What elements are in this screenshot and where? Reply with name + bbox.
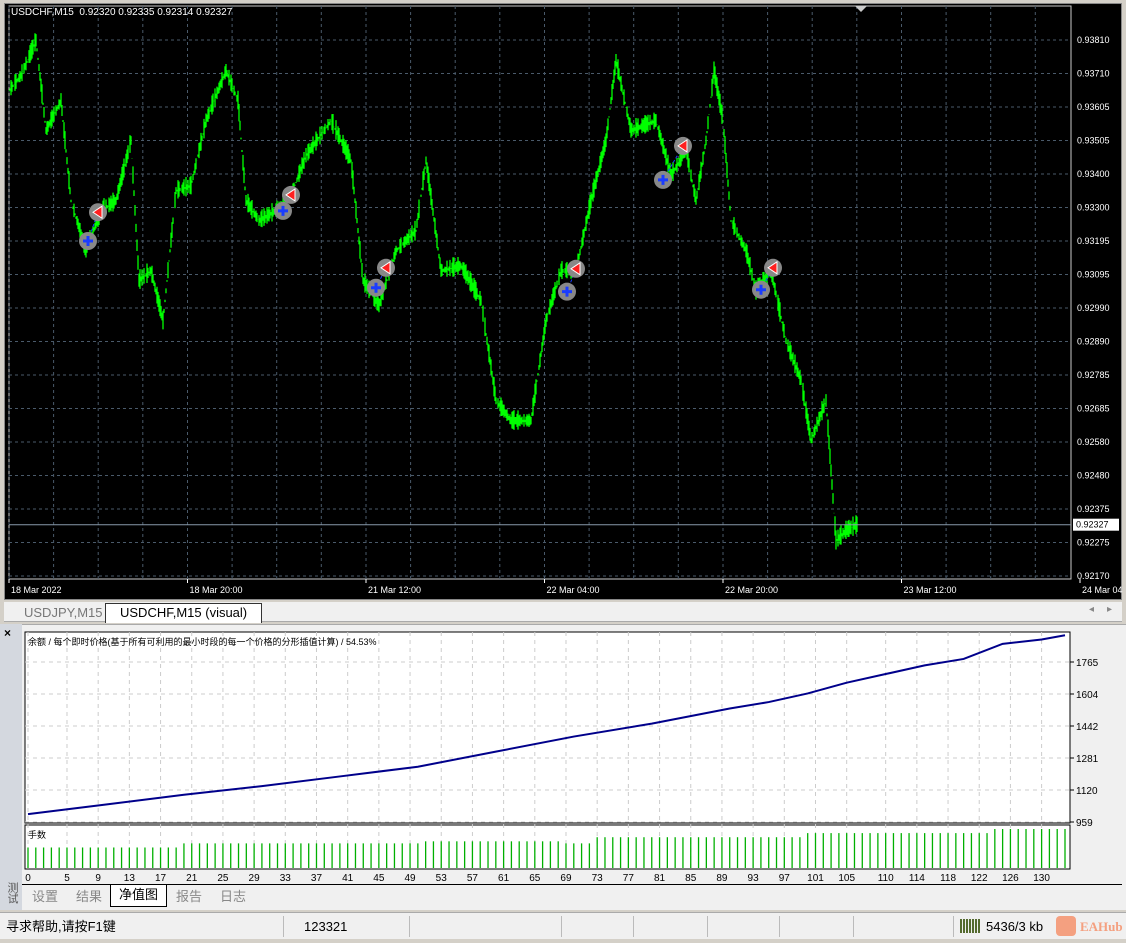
x-tick: 0 [25, 873, 31, 884]
x-tick: 53 [436, 873, 448, 884]
scroll-left-icon[interactable]: ◂ [1089, 604, 1094, 615]
status-bar: 寻求帮助,请按F1键 123321 5436/3 kb EAHub [0, 912, 1126, 939]
price-line [8, 33, 858, 550]
price-tick: 0.93810 [1077, 35, 1110, 45]
price-tick: 0.92275 [1077, 538, 1110, 548]
price-tick: 0.92170 [1077, 571, 1110, 581]
ohlc-values: 0.92320 0.92335 0.92314 0.92327 [79, 7, 233, 18]
eahub-logo-icon [1056, 916, 1076, 936]
price-tick: 0.93400 [1077, 169, 1110, 179]
price-tick: 0.92890 [1077, 337, 1110, 347]
tester-label: 测试 [6, 882, 18, 904]
y-tick: 959 [1076, 818, 1093, 829]
x-tick: 101 [807, 873, 824, 884]
y-tick: 1281 [1076, 754, 1099, 765]
x-tick: 89 [716, 873, 728, 884]
tab-journal[interactable]: 日志 [212, 887, 254, 907]
x-tick: 126 [1002, 873, 1019, 884]
x-tick: 41 [342, 873, 354, 884]
close-icon[interactable]: × [4, 626, 11, 640]
price-tick: 0.93300 [1077, 203, 1110, 213]
x-tick: 57 [467, 873, 479, 884]
equity-chart: 1765 1604 1442 1281 1120 959 0 5 9 13 17 21 25 29 33 37… [24, 631, 1099, 884]
x-tick: 25 [217, 873, 229, 884]
x-tick: 45 [373, 873, 385, 884]
price-tick: 0.92480 [1077, 471, 1110, 481]
y-tick: 1120 [1076, 786, 1098, 797]
x-tick: 73 [592, 873, 604, 884]
x-tick: 17 [155, 873, 167, 884]
price-tick: 0.92990 [1077, 303, 1110, 313]
tab-equity-chart[interactable]: 净值图 [110, 885, 168, 907]
x-tick: 13 [124, 873, 136, 884]
time-tick: 22 Mar 04:00 [547, 585, 600, 595]
x-tick: 9 [95, 873, 101, 884]
time-tick: 18 Mar 2022 [11, 585, 62, 595]
x-tick: 118 [940, 873, 956, 884]
scroll-right-icon[interactable]: ▸ [1107, 604, 1112, 615]
x-tick: 65 [529, 873, 541, 884]
price-tick: 0.92685 [1077, 404, 1110, 414]
tab-results[interactable]: 结果 [68, 887, 110, 907]
y-tick: 1765 [1076, 658, 1099, 669]
time-tick: 21 Mar 12:00 [368, 585, 421, 595]
status-traffic: 5436/3 kb [986, 919, 1044, 934]
price-tick: 0.92375 [1077, 504, 1110, 514]
x-tick: 130 [1033, 873, 1050, 884]
price-tick: 0.93195 [1077, 236, 1110, 246]
price-tick: 0.93095 [1077, 270, 1110, 280]
time-tick: 23 Mar 12:00 [904, 585, 957, 595]
x-tick: 69 [560, 873, 572, 884]
time-tick: 18 Mar 20:00 [190, 585, 243, 595]
x-tick: 49 [404, 873, 416, 884]
lots-plot [24, 824, 1071, 870]
status-profile: 123321 [284, 916, 410, 937]
price-chart-window[interactable]: 0.93810 0.93710 0.93605 0.93505 0.93400 0.933… [4, 3, 1126, 601]
x-tick: 5 [64, 873, 70, 884]
price-tick: 0.92580 [1077, 437, 1110, 447]
price-chart[interactable]: 0.93810 0.93710 0.93605 0.93505 0.93400 0.933… [5, 4, 1126, 601]
status-help: 寻求帮助,请按F1键 [0, 916, 284, 937]
x-tick: 97 [779, 873, 791, 884]
lots-title: 手数 [28, 830, 47, 840]
connection-bars-icon [960, 919, 980, 933]
watermark: EAHub [1080, 919, 1123, 934]
equity-title: 余额 / 每个即时价格(基于所有可利用的最小时段的每一个价格的分形插值计算) /… [28, 637, 377, 647]
tester-panel: 1765 1604 1442 1281 1120 959 0 5 9 13 17 21 25 29 33 37… [0, 624, 1126, 910]
x-tick: 105 [838, 873, 855, 884]
x-tick: 33 [280, 873, 292, 884]
x-tick: 81 [654, 873, 666, 884]
time-tick: 24 Mar 04:00 [1082, 585, 1123, 595]
y-tick: 1604 [1076, 690, 1099, 701]
chart-tabs: USDJPY,M15 USDCHF,M15 (visual) ◂ ▸ [4, 602, 1122, 623]
tester-tabs: 设置 结果 净值图 报告 日志 [22, 884, 1122, 908]
x-tick: 122 [971, 873, 988, 884]
price-tick: 0.93605 [1077, 102, 1110, 112]
x-tick: 110 [878, 873, 894, 884]
tester-side-strip: × 测试 [0, 624, 22, 910]
x-tick: 114 [909, 873, 925, 884]
x-tick: 37 [311, 873, 323, 884]
symbol-label: USDCHF,M15 [11, 7, 74, 18]
plot-border [8, 5, 1072, 580]
x-tick: 21 [186, 873, 198, 884]
x-tick: 93 [748, 873, 760, 884]
x-tick: 29 [249, 873, 261, 884]
x-tick: 61 [498, 873, 510, 884]
time-tick: 22 Mar 20:00 [725, 585, 778, 595]
current-price-label: 0.92327 [1076, 520, 1109, 530]
tab-report[interactable]: 报告 [168, 887, 210, 907]
tab-settings[interactable]: 设置 [24, 887, 66, 907]
tab-usdchf-visual[interactable]: USDCHF,M15 (visual) [105, 603, 263, 623]
price-tick: 0.93505 [1077, 136, 1110, 146]
x-tick: 77 [623, 873, 635, 884]
x-tick: 85 [685, 873, 697, 884]
y-tick: 1442 [1076, 722, 1099, 733]
price-tick: 0.92785 [1077, 370, 1110, 380]
tab-usdjpy[interactable]: USDJPY,M15 [10, 604, 117, 622]
price-tick: 0.93710 [1077, 69, 1110, 79]
